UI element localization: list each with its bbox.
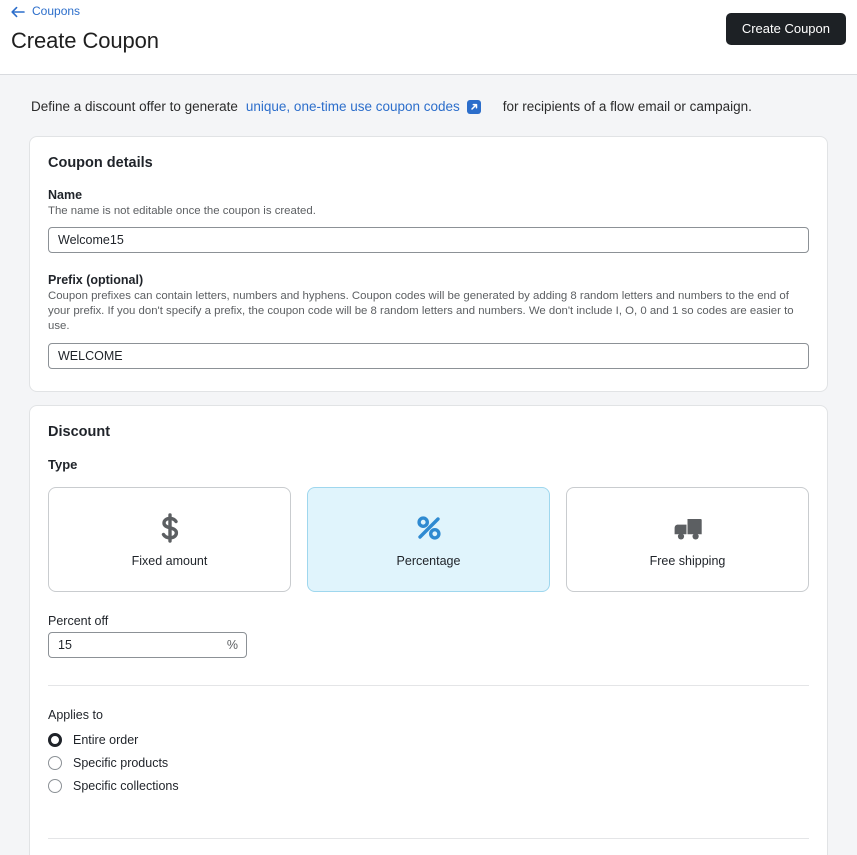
- discount-title: Discount: [48, 423, 111, 440]
- truck-icon: [670, 510, 706, 546]
- back-link-coupons[interactable]: Coupons: [11, 4, 81, 18]
- radio-entire-order[interactable]: Entire order: [48, 732, 809, 747]
- intro-tail-text: for recipients of a flow email or campai…: [502, 99, 752, 114]
- arrow-left-icon: [11, 5, 25, 18]
- discount-type-label: Type: [48, 456, 78, 472]
- coupon-details-card: Coupon details Name The name is not edit…: [29, 136, 828, 392]
- name-input[interactable]: [48, 227, 809, 254]
- percent-off-block: Percent off %: [48, 614, 809, 658]
- radio-label-entire-order: Entire order: [73, 732, 139, 747]
- intro-description: Define a discount offer to generate uniq…: [0, 75, 857, 114]
- discount-type-label-fixed-amount: Fixed amount: [131, 554, 208, 569]
- percent-off-label: Percent off: [48, 613, 109, 628]
- name-field-block: Name The name is not editable once the c…: [48, 188, 809, 254]
- divider-minimum-purchase: [48, 837, 809, 839]
- radio-mark-specific-products[interactable]: [48, 755, 62, 770]
- discount-card: Discount Type Fixed amount Percentage Fr…: [29, 404, 828, 855]
- radio-specific-products[interactable]: Specific products: [48, 755, 809, 770]
- external-link-icon[interactable]: [466, 99, 481, 114]
- radio-label-specific-products: Specific products: [73, 755, 169, 770]
- dollar-icon: [152, 510, 188, 546]
- discount-type-label-percentage: Percentage: [396, 554, 461, 569]
- discount-type-label-free-shipping: Free shipping: [649, 554, 726, 569]
- percent-off-input[interactable]: [48, 631, 247, 658]
- discount-type-percentage[interactable]: Percentage: [307, 486, 550, 592]
- applies-to-label: Applies to: [48, 707, 103, 722]
- coupon-details-title: Coupon details: [48, 155, 153, 171]
- applies-to-block: Applies to Entire order Specific product…: [48, 708, 809, 793]
- name-label: Name: [48, 188, 83, 202]
- prefix-input[interactable]: [48, 342, 809, 369]
- discount-type-free-shipping[interactable]: Free shipping: [566, 486, 809, 592]
- divider-applies-to: [48, 684, 809, 686]
- prefix-label: Prefix (optional): [48, 273, 144, 288]
- prefix-field-block: Prefix (optional) Coupon prefixes can co…: [48, 273, 809, 369]
- intro-lead-text: Define a discount offer to generate: [31, 99, 238, 114]
- coupon-codes-link[interactable]: unique, one-time use coupon codes: [246, 99, 460, 114]
- percent-icon: [411, 510, 447, 546]
- radio-specific-collections[interactable]: Specific collections: [48, 778, 809, 793]
- discount-type-grid: Fixed amount Percentage Free shipping: [48, 486, 809, 592]
- radio-mark-entire-order[interactable]: [48, 732, 62, 747]
- page-title: Create Coupon: [11, 28, 159, 53]
- percent-off-input-wrap: %: [48, 631, 247, 658]
- page-header: Coupons Create Coupon Create Coupon: [0, 0, 857, 75]
- radio-label-specific-collections: Specific collections: [73, 778, 179, 793]
- discount-type-fixed-amount[interactable]: Fixed amount: [48, 486, 291, 592]
- create-coupon-button[interactable]: Create Coupon: [725, 13, 846, 46]
- back-link-label: Coupons: [32, 4, 81, 18]
- name-help-text: The name is not editable once the coupon…: [48, 205, 316, 217]
- radio-mark-specific-collections[interactable]: [48, 778, 62, 793]
- prefix-help-text: Coupon prefixes can contain letters, num…: [48, 290, 794, 333]
